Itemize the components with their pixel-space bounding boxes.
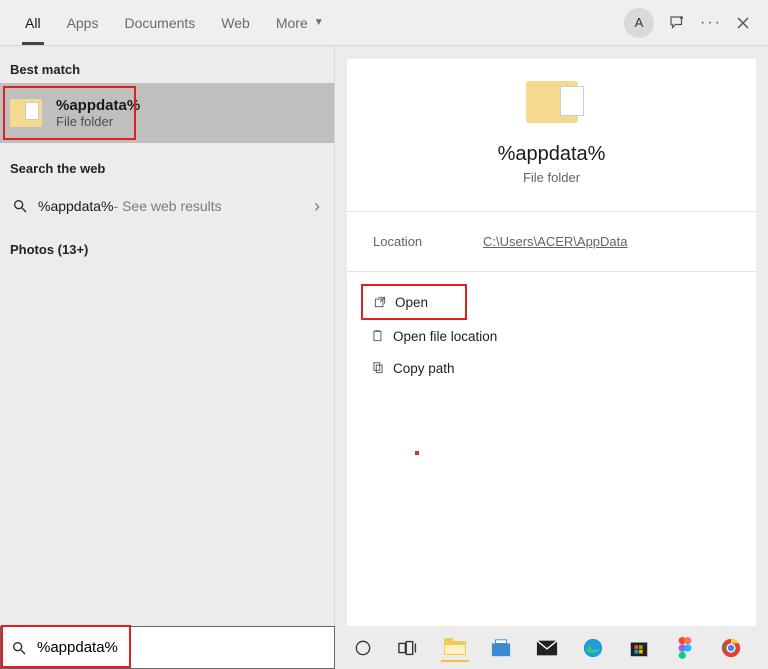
web-query: %appdata% [38, 198, 114, 214]
location-label: Location [373, 234, 483, 249]
section-search-web: Search the web [0, 155, 334, 182]
avatar[interactable]: A [624, 8, 654, 38]
action-copy-path-label: Copy path [393, 361, 455, 376]
results-panel: Best match %appdata% File folder Search … [0, 46, 335, 626]
web-result[interactable]: %appdata% - See web results › [0, 182, 334, 230]
detail-panel-wrap: %appdata% File folder Location C:\Users\… [335, 46, 768, 626]
taskbar-search-box[interactable] [0, 626, 335, 669]
tabs-container: All Apps Documents Web More ▼ [0, 0, 337, 45]
action-open-label: Open [395, 295, 428, 310]
taskbar [0, 626, 768, 669]
mail-icon[interactable] [533, 634, 561, 662]
folder-icon [10, 99, 42, 127]
cortana-icon[interactable] [349, 634, 377, 662]
edge-icon[interactable] [579, 634, 607, 662]
top-tabs-bar: All Apps Documents Web More ▼ A ··· [0, 0, 768, 46]
feedback-icon[interactable] [668, 14, 686, 32]
annotation-highlight: Open [361, 284, 467, 320]
detail-hero: %appdata% File folder [347, 59, 756, 211]
more-options-icon[interactable]: ··· [700, 14, 722, 32]
tab-web[interactable]: Web [208, 0, 263, 45]
tab-more[interactable]: More ▼ [263, 0, 337, 45]
best-match-title: %appdata% [56, 97, 140, 114]
tab-all[interactable]: All [12, 0, 54, 45]
location-row: Location C:\Users\ACER\AppData [347, 212, 756, 272]
section-best-match: Best match [0, 56, 334, 83]
open-icon [373, 295, 395, 309]
detail-card: %appdata% File folder Location C:\Users\… [347, 59, 756, 626]
tab-apps[interactable]: Apps [54, 0, 112, 45]
actions-list: Open Open file location [347, 272, 756, 396]
ms-store-icon[interactable] [625, 634, 653, 662]
action-open[interactable]: Open [363, 286, 465, 318]
chevron-down-icon: ▼ [314, 17, 324, 28]
best-match-subtitle: File folder [56, 114, 140, 129]
detail-title: %appdata% [498, 143, 606, 166]
best-match-text: %appdata% File folder [56, 97, 140, 129]
annotation-dot [415, 451, 419, 455]
detail-subtitle: File folder [523, 170, 580, 185]
top-right-controls: A ··· [624, 8, 768, 38]
location-path[interactable]: C:\Users\ACER\AppData [483, 234, 628, 249]
store-icon[interactable] [487, 634, 515, 662]
action-open-location-label: Open file location [393, 329, 497, 344]
tab-more-label: More [276, 15, 308, 31]
taskbar-apps [335, 626, 768, 669]
tab-documents[interactable]: Documents [111, 0, 208, 45]
web-suffix: - See web results [114, 198, 222, 214]
action-open-location[interactable]: Open file location [361, 320, 742, 352]
chevron-right-icon: › [314, 196, 320, 217]
task-view-icon[interactable] [395, 634, 423, 662]
search-icon [11, 640, 27, 656]
best-match-result[interactable]: %appdata% File folder [0, 83, 334, 143]
main-split: Best match %appdata% File folder Search … [0, 46, 768, 626]
folder-icon [526, 81, 578, 123]
file-explorer-icon[interactable] [441, 634, 469, 662]
folder-open-icon [371, 329, 393, 343]
copy-icon [371, 361, 393, 375]
close-icon[interactable] [736, 16, 750, 30]
search-icon [12, 198, 28, 214]
figma-icon[interactable] [671, 634, 699, 662]
section-photos: Photos (13+) [0, 236, 334, 263]
action-copy-path[interactable]: Copy path [361, 352, 742, 384]
search-input[interactable] [37, 639, 297, 656]
chrome-icon[interactable] [717, 634, 745, 662]
